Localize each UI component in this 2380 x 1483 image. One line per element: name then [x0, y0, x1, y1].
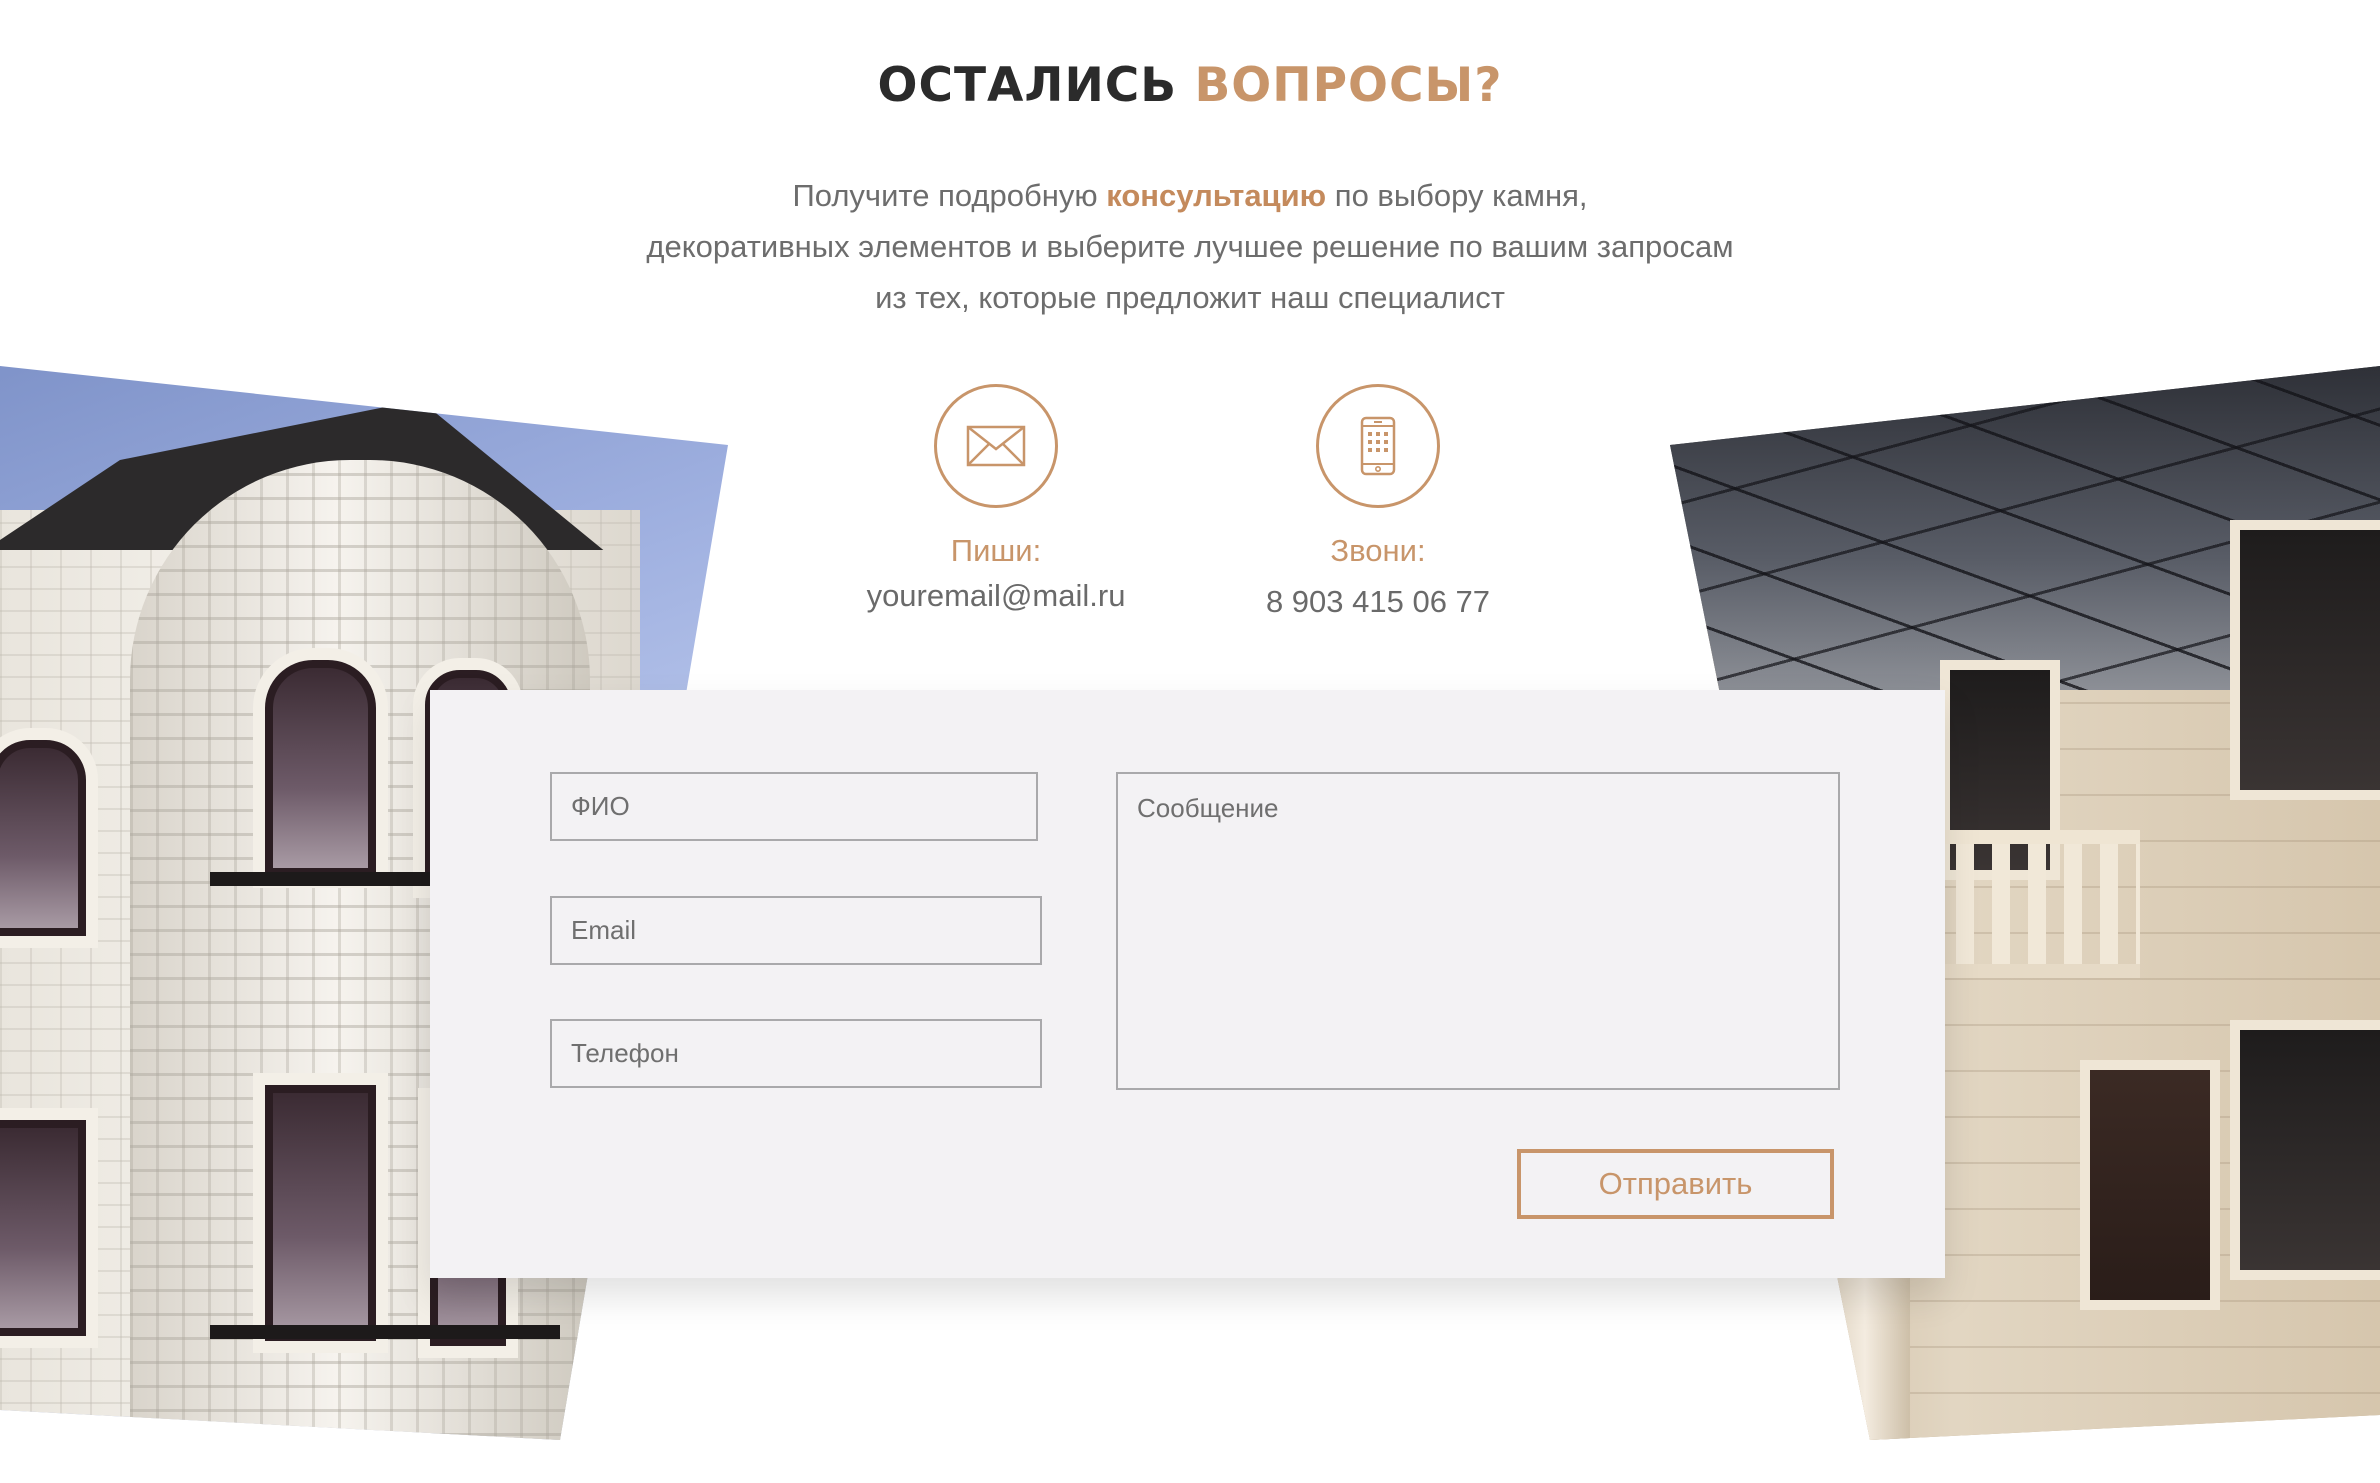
contact-phone-label: Звони: [1330, 533, 1426, 568]
left-building-window [0, 740, 86, 936]
lead-line1-post: по выбору камня, [1334, 178, 1588, 213]
contact-email-value[interactable]: youremail@mail.ru [806, 576, 1186, 616]
lead-line2: декоративных элементов и выберите лучшее… [646, 229, 1734, 264]
envelope-icon [966, 425, 1026, 467]
left-building-ledge [210, 872, 435, 886]
contact-email-label: Пиши: [950, 533, 1042, 568]
section-title-dark: ОСТАЛИСЬ [877, 58, 1178, 113]
email-input[interactable] [550, 896, 1042, 965]
section-title-accent: ВОПРОСЫ? [1194, 58, 1503, 113]
left-building-window [265, 660, 376, 876]
left-building-window [265, 1085, 376, 1341]
right-building-door [2080, 1060, 2220, 1310]
submit-button[interactable]: Отправить [1517, 1149, 1834, 1219]
contact-email: Пиши: youremail@mail.ru [806, 384, 1186, 616]
left-building-window [0, 1120, 86, 1336]
envelope-icon-circle[interactable] [934, 384, 1058, 508]
lead-line3: из тех, которые предложит наш специалист [875, 280, 1505, 315]
name-input[interactable] [550, 772, 1038, 841]
lead-line1-pre: Получите подробную [792, 178, 1098, 213]
right-building-window [2230, 1020, 2380, 1280]
right-building-window [2230, 520, 2380, 800]
contact-phone: Звони: 8 903 415 06 77 [1188, 384, 1568, 622]
right-building-balustrade [1920, 830, 2140, 978]
smartphone-icon [1360, 416, 1396, 476]
lead-highlight: консультацию [1106, 178, 1327, 213]
message-textarea[interactable] [1116, 772, 1840, 1090]
section-lead: Получите подробную консультацию по выбор… [0, 170, 2380, 323]
section-title: ОСТАЛИСЬ ВОПРОСЫ? [0, 58, 2380, 113]
contact-form: Отправить [430, 690, 1945, 1278]
contact-phone-value[interactable]: 8 903 415 06 77 [1188, 582, 1568, 622]
left-building-ledge [210, 1325, 560, 1339]
smartphone-icon-circle[interactable] [1316, 384, 1440, 508]
phone-input[interactable] [550, 1019, 1042, 1088]
